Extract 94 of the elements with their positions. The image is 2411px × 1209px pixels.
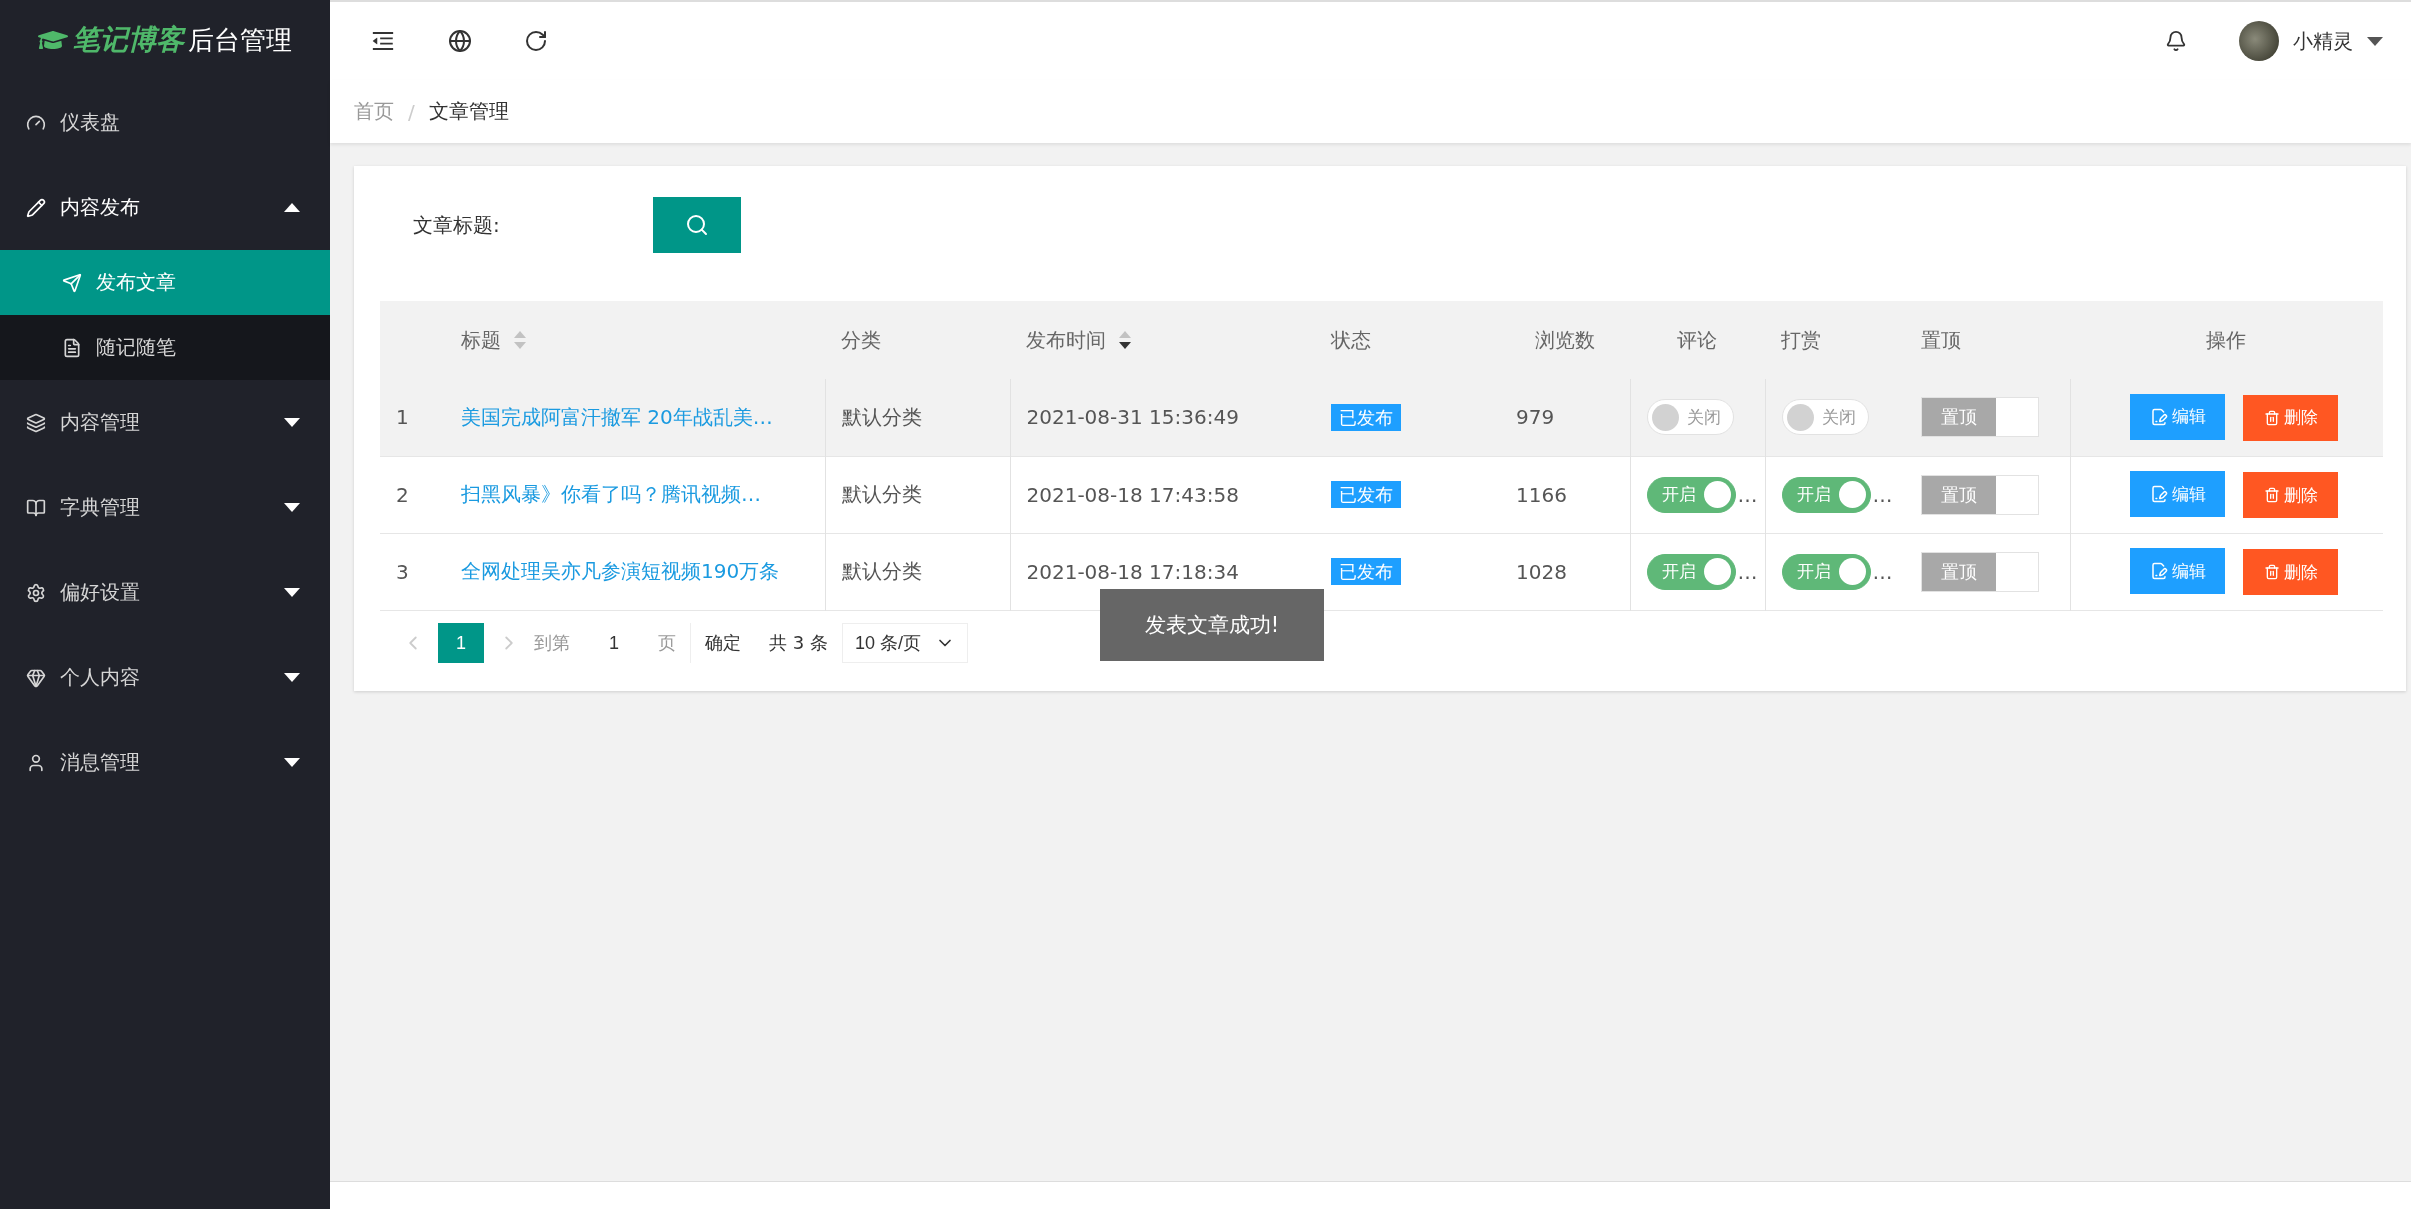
overflow-text: … (1737, 559, 1758, 584)
toggle-switch[interactable]: 关闭 (1646, 399, 1734, 435)
status-badge: 已发布 (1331, 403, 1401, 431)
breadcrumb-item: 文章管理 (428, 98, 509, 125)
article-title-link[interactable]: 全网处理吴亦凡参演短视频190万条 (461, 559, 780, 583)
sidebar-item[interactable]: 消息管理 (0, 720, 330, 805)
sidebar-item[interactable]: 字典管理 (0, 465, 330, 550)
search-icon (685, 213, 709, 237)
edit-button[interactable]: 编辑 (2130, 548, 2226, 594)
sidebar-item[interactable]: 内容发布 (0, 165, 330, 250)
page-unit: 页 (658, 631, 676, 655)
pencil-icon (26, 197, 46, 218)
user-name[interactable]: 小精灵 (2293, 27, 2353, 55)
trash-icon (2263, 487, 2280, 503)
pin-switch[interactable]: 置顶 (1921, 474, 2039, 515)
edit-icon (2149, 485, 2168, 503)
book-icon (26, 497, 46, 518)
total-count: 共 3 条 (769, 631, 828, 655)
breadcrumb-separator: / (408, 99, 415, 124)
user-icon (26, 752, 46, 773)
caret-icon (284, 503, 300, 512)
delete-button[interactable]: 删除 (2243, 394, 2339, 441)
logo-brand: 笔记博客 (72, 22, 184, 58)
pin-switch[interactable]: 置顶 (1921, 397, 2039, 438)
sidebar-subitem[interactable]: 发布文章 (0, 250, 330, 315)
refresh-icon[interactable] (524, 29, 548, 53)
sidebar-item[interactable]: 个人内容 (0, 635, 330, 720)
caret-icon (284, 418, 300, 427)
toggle-switch[interactable]: 关闭 (1781, 399, 1869, 435)
table-cell: 2021-08-31 15:36:49 (1010, 379, 1315, 456)
article-title-link[interactable]: 扫黑风暴》你看了吗？腾讯视频… (461, 482, 761, 506)
trash-icon (2263, 409, 2280, 426)
overflow-text: … (1737, 482, 1758, 507)
column-header: 分类 (825, 301, 1010, 379)
edit-icon (2149, 562, 2168, 580)
caret-icon (284, 758, 300, 767)
toggle-switch[interactable]: 开启 (1646, 476, 1736, 513)
toggle-switch[interactable]: 开启 (1646, 553, 1736, 590)
table-cell: 3 (380, 533, 445, 610)
delete-button[interactable]: 删除 (2243, 549, 2339, 595)
column-header: 发布时间 (1010, 301, 1315, 379)
breadcrumb-item[interactable]: 首页 (354, 98, 394, 125)
page-button[interactable]: 1 (438, 623, 484, 663)
gem-icon (26, 667, 46, 688)
document-icon (62, 337, 82, 358)
edit-button[interactable]: 编辑 (2130, 393, 2226, 440)
edit-icon (2149, 407, 2168, 426)
table-cell: 1166 (1500, 456, 1630, 533)
table-cell: 979 (1500, 379, 1630, 456)
table-cell: 默认分类 (825, 533, 1010, 610)
article-title-link[interactable]: 美国完成阿富汗撤军 20年战乱美… (461, 404, 773, 429)
column-header: 评论 (1630, 301, 1765, 379)
caret-icon (2367, 36, 2383, 46)
field-label: 文章标题: (413, 211, 501, 239)
edit-button[interactable]: 编辑 (2130, 471, 2226, 517)
table-cell: 2 (380, 456, 445, 533)
toggle-switch[interactable]: 开启 (1781, 476, 1871, 513)
logo-text: 后台管理 (188, 23, 292, 57)
layers-icon (26, 412, 46, 433)
toast-message: 发表文章成功! (1100, 589, 1324, 661)
bell-icon[interactable] (2165, 30, 2187, 52)
table-cell: 1 (380, 379, 445, 456)
sidebar-item[interactable]: 偏好设置 (0, 550, 330, 635)
sort-icon[interactable] (1118, 330, 1132, 350)
avatar[interactable] (2239, 21, 2279, 61)
table-cell: 1028 (1500, 533, 1630, 610)
status-badge: 已发布 (1331, 481, 1401, 508)
delete-button[interactable]: 删除 (2243, 472, 2339, 518)
toggle-switch[interactable]: 开启 (1781, 553, 1871, 590)
caret-icon (284, 673, 300, 682)
column-header: 标题 (445, 301, 825, 379)
overflow-text: … (1872, 482, 1893, 507)
goto-label: 到第 (534, 631, 570, 655)
column-header: 状态 (1315, 301, 1500, 379)
settings-icon (26, 582, 46, 603)
caret-icon (284, 203, 300, 212)
globe-icon[interactable] (448, 29, 472, 53)
sidebar-subitem[interactable]: 随记随笔 (0, 315, 330, 380)
pin-switch[interactable]: 置顶 (1921, 551, 2039, 592)
table-cell: 默认分类 (825, 456, 1010, 533)
status-badge: 已发布 (1331, 558, 1401, 585)
table-cell: 默认分类 (825, 379, 1010, 456)
sidebar-item[interactable]: 仪表盘 (0, 80, 330, 165)
overflow-text: … (1872, 559, 1893, 584)
column-header: 操作 (2070, 301, 2383, 379)
column-header: 浏览数 (1500, 301, 1630, 379)
column-header: 置顶 (1905, 301, 2070, 379)
caret-icon (284, 588, 300, 597)
table-cell: 2021-08-18 17:43:58 (1010, 456, 1315, 533)
trash-icon (2263, 564, 2280, 580)
page-size-select[interactable]: 10 条/页 (841, 623, 968, 663)
sidebar-item[interactable]: 内容管理 (0, 380, 330, 465)
column-header: 打赏 (1765, 301, 1905, 379)
send-icon (62, 272, 82, 293)
